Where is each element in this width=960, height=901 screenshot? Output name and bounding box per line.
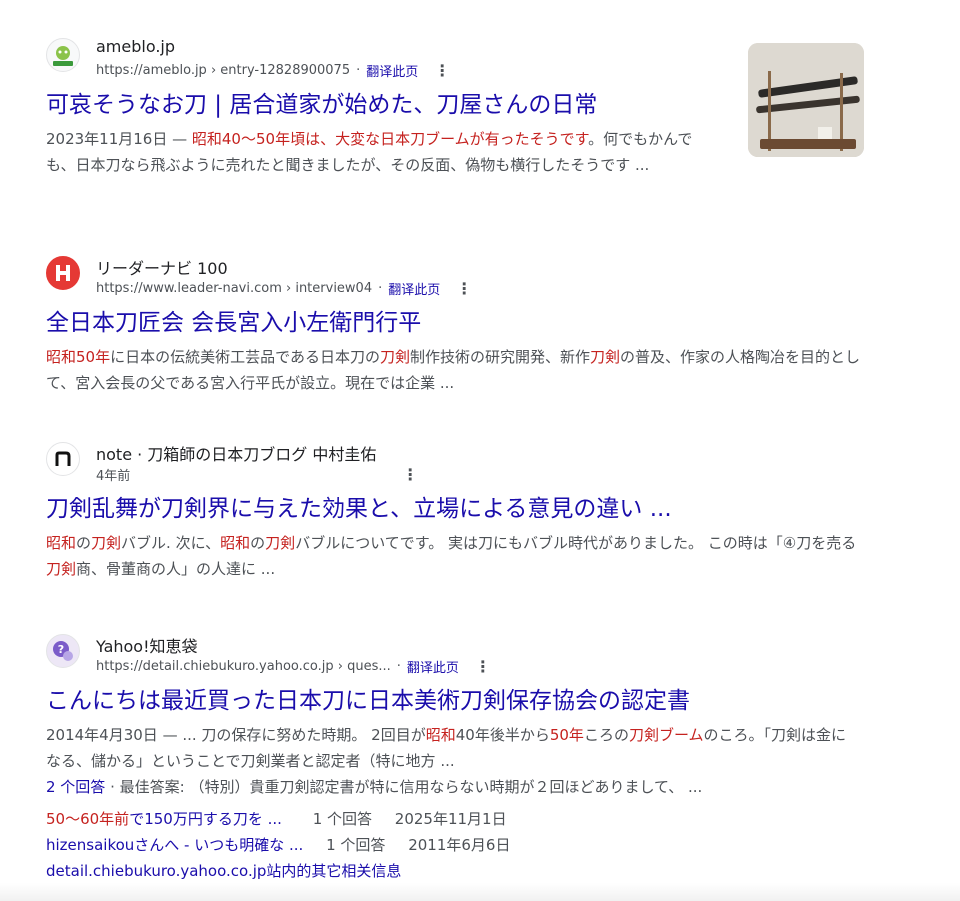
result-url: https://www.leader-navi.com › interview0…: [96, 281, 373, 296]
site-name: リーダーナビ 100: [96, 259, 228, 278]
note-icon: [46, 442, 80, 476]
separator-dot: ·: [356, 63, 361, 78]
search-result-2: リーダーナビ 100 https://www.leader-navi.com ›…: [46, 256, 866, 396]
result-title[interactable]: 可哀そうなお刀 | 居合道家が始めた、刀屋さんの日常: [46, 90, 866, 120]
related-question-link[interactable]: 50〜60年前で150万円する刀を ...: [46, 810, 282, 828]
snippet-text: バブル. 次に、: [121, 534, 221, 552]
leader-navi-icon: [46, 256, 80, 290]
separator-dot: ·: [378, 281, 383, 296]
snippet-text: 制作技術の研究開発、新作: [409, 348, 590, 366]
snippet-highlight: 刀剣: [379, 348, 410, 366]
related-date: 2011年6月6日: [408, 836, 511, 854]
site-name: ameblo.jp: [96, 37, 176, 56]
result-url: https://ameblo.jp › entry-12828900075: [96, 63, 351, 78]
translate-link[interactable]: 翻译此页: [407, 657, 459, 676]
answer-count-link[interactable]: 2 个回答: [46, 778, 105, 796]
result-source[interactable]: ameblo.jp https://ameblo.jp › entry-1282…: [46, 37, 866, 82]
snippet-highlight: 刀剣: [265, 534, 296, 552]
translate-link[interactable]: 翻译此页: [388, 279, 440, 298]
ameba-icon: [46, 38, 80, 72]
snippet-text: ころの: [583, 726, 629, 744]
snippet-highlight: 昭和50年: [46, 348, 111, 366]
snippet-highlight: 昭和40〜50年頃は、大変な日本刀ブームが有ったそうです: [191, 130, 589, 148]
site-name: Yahoo!知恵袋: [96, 637, 198, 656]
result-snippet: 昭和50年に日本の伝統美術工芸品である日本刀の刀剣制作技術の研究開発、新作刀剣の…: [46, 344, 861, 396]
result-source[interactable]: リーダーナビ 100 https://www.leader-navi.com ›…: [46, 256, 866, 300]
search-result-3: note · 刀箱師の日本刀ブログ 中村圭佑 4年前 ⋮ 刀剣乱舞が刀剣界に与え…: [46, 442, 866, 582]
related-answer-count: 1 个回答: [326, 836, 386, 854]
snippet-highlight: 昭和: [425, 726, 456, 744]
related-question-link[interactable]: hizensaikouさんへ - いつも明確な ...: [46, 836, 303, 854]
search-result-1: ameblo.jp https://ameblo.jp › entry-1282…: [46, 37, 866, 178]
snippet-text: の: [250, 534, 266, 552]
snippet-text: に日本の伝統美術工芸品である日本刀の: [110, 348, 380, 366]
separator-dot: ·: [396, 659, 401, 674]
related-answer-count: 1 个回答: [312, 810, 372, 828]
result-snippet: 昭和の刀剣バブル. 次に、昭和の刀剣バブルについてです。 実は刀にもバブル時代が…: [46, 530, 861, 582]
snippet-highlight: 昭和: [220, 534, 251, 552]
snippet-highlight: 刀剣ブーム: [628, 726, 704, 744]
snippet-text: 商、骨董商の人」の人達に ...: [76, 560, 276, 578]
snippet-highlight: 刀剣: [589, 348, 620, 366]
snippet-text: バブルについてです。 実は刀にもバブル時代がありました。 この時は「④刀を売る: [295, 534, 857, 552]
related-highlight: 50〜60年前: [46, 810, 130, 828]
snippet-text: 40年後半から: [455, 726, 550, 744]
url-row: https://ameblo.jp › entry-12828900075 · …: [96, 61, 452, 80]
result-snippet: 2023年11月16日 — 昭和40〜50年頃は、大変な日本刀ブームが有ったそう…: [46, 126, 716, 178]
url-row: 4年前 ⋮: [96, 465, 420, 484]
result-snippet: 2014年4月30日 — ... 刀の保存に努めた時期。 2回目が昭和40年後半…: [46, 722, 861, 774]
search-result-4: ? Yahoo!知恵袋 https://detail.chiebukuro.ya…: [46, 634, 866, 884]
url-row: https://www.leader-navi.com › interview0…: [96, 279, 474, 298]
more-results-link[interactable]: detail.chiebukuro.yahoo.co.jp站内的其它相关信息: [46, 862, 401, 880]
snippet-highlight: 50年: [549, 726, 584, 744]
result-age: 4年前: [96, 469, 131, 484]
related-text: で150万円する刀を ...: [129, 810, 282, 828]
related-question-2[interactable]: hizensaikouさんへ - いつも明確な ... 1 个回答 2011年6…: [46, 832, 866, 858]
more-options-icon[interactable]: ⋮: [400, 465, 420, 484]
site-name: note · 刀箱師の日本刀ブログ 中村圭佑: [96, 445, 377, 464]
result-url: https://detail.chiebukuro.yahoo.co.jp › …: [96, 659, 391, 674]
related-question-1[interactable]: 50〜60年前で150万円する刀を ... 1 个回答 2025年11月1日: [46, 806, 866, 832]
more-options-icon[interactable]: ⋮: [454, 279, 474, 298]
yahoo-chiebukuro-icon: ?: [46, 634, 80, 668]
snippet-highlight: 刀剣: [46, 560, 77, 578]
more-options-icon[interactable]: ⋮: [432, 61, 452, 80]
result-source[interactable]: note · 刀箱師の日本刀ブログ 中村圭佑 4年前 ⋮: [46, 442, 866, 486]
snippet-date: 2023年11月16日 —: [46, 130, 192, 148]
result-thumbnail[interactable]: [748, 43, 864, 157]
more-results-from-site[interactable]: detail.chiebukuro.yahoo.co.jp站内的其它相关信息: [46, 858, 866, 884]
result-title[interactable]: 全日本刀匠会 会長宮入小左衛門行平: [46, 308, 866, 338]
result-title[interactable]: 刀剣乱舞が刀剣界に与えた効果と、立場による意見の違い ...: [46, 494, 866, 524]
translate-link[interactable]: 翻译此页: [366, 61, 418, 80]
answers-summary: 2 个回答 · 最佳答案: （特別）貴重刀剣認定書が特に信用ならない時期が２回ほ…: [46, 774, 866, 800]
snippet-text: の: [76, 534, 92, 552]
url-row: https://detail.chiebukuro.yahoo.co.jp › …: [96, 657, 493, 676]
more-options-icon[interactable]: ⋮: [473, 657, 493, 676]
best-answer-text: · 最佳答案: （特別）貴重刀剣認定書が特に信用ならない時期が２回ほどありまして…: [105, 778, 703, 796]
bottom-fade: [0, 883, 960, 901]
snippet-highlight: 昭和: [46, 534, 77, 552]
result-source[interactable]: ? Yahoo!知恵袋 https://detail.chiebukuro.ya…: [46, 634, 866, 678]
result-title[interactable]: こんにちは最近買った日本刀に日本美術刀剣保存協会の認定書: [46, 686, 866, 716]
snippet-text: 2014年4月30日 — ... 刀の保存に努めた時期。 2回目が: [46, 726, 426, 744]
related-date: 2025年11月1日: [394, 810, 507, 828]
snippet-highlight: 刀剣: [91, 534, 122, 552]
svg-text:?: ?: [58, 643, 64, 656]
